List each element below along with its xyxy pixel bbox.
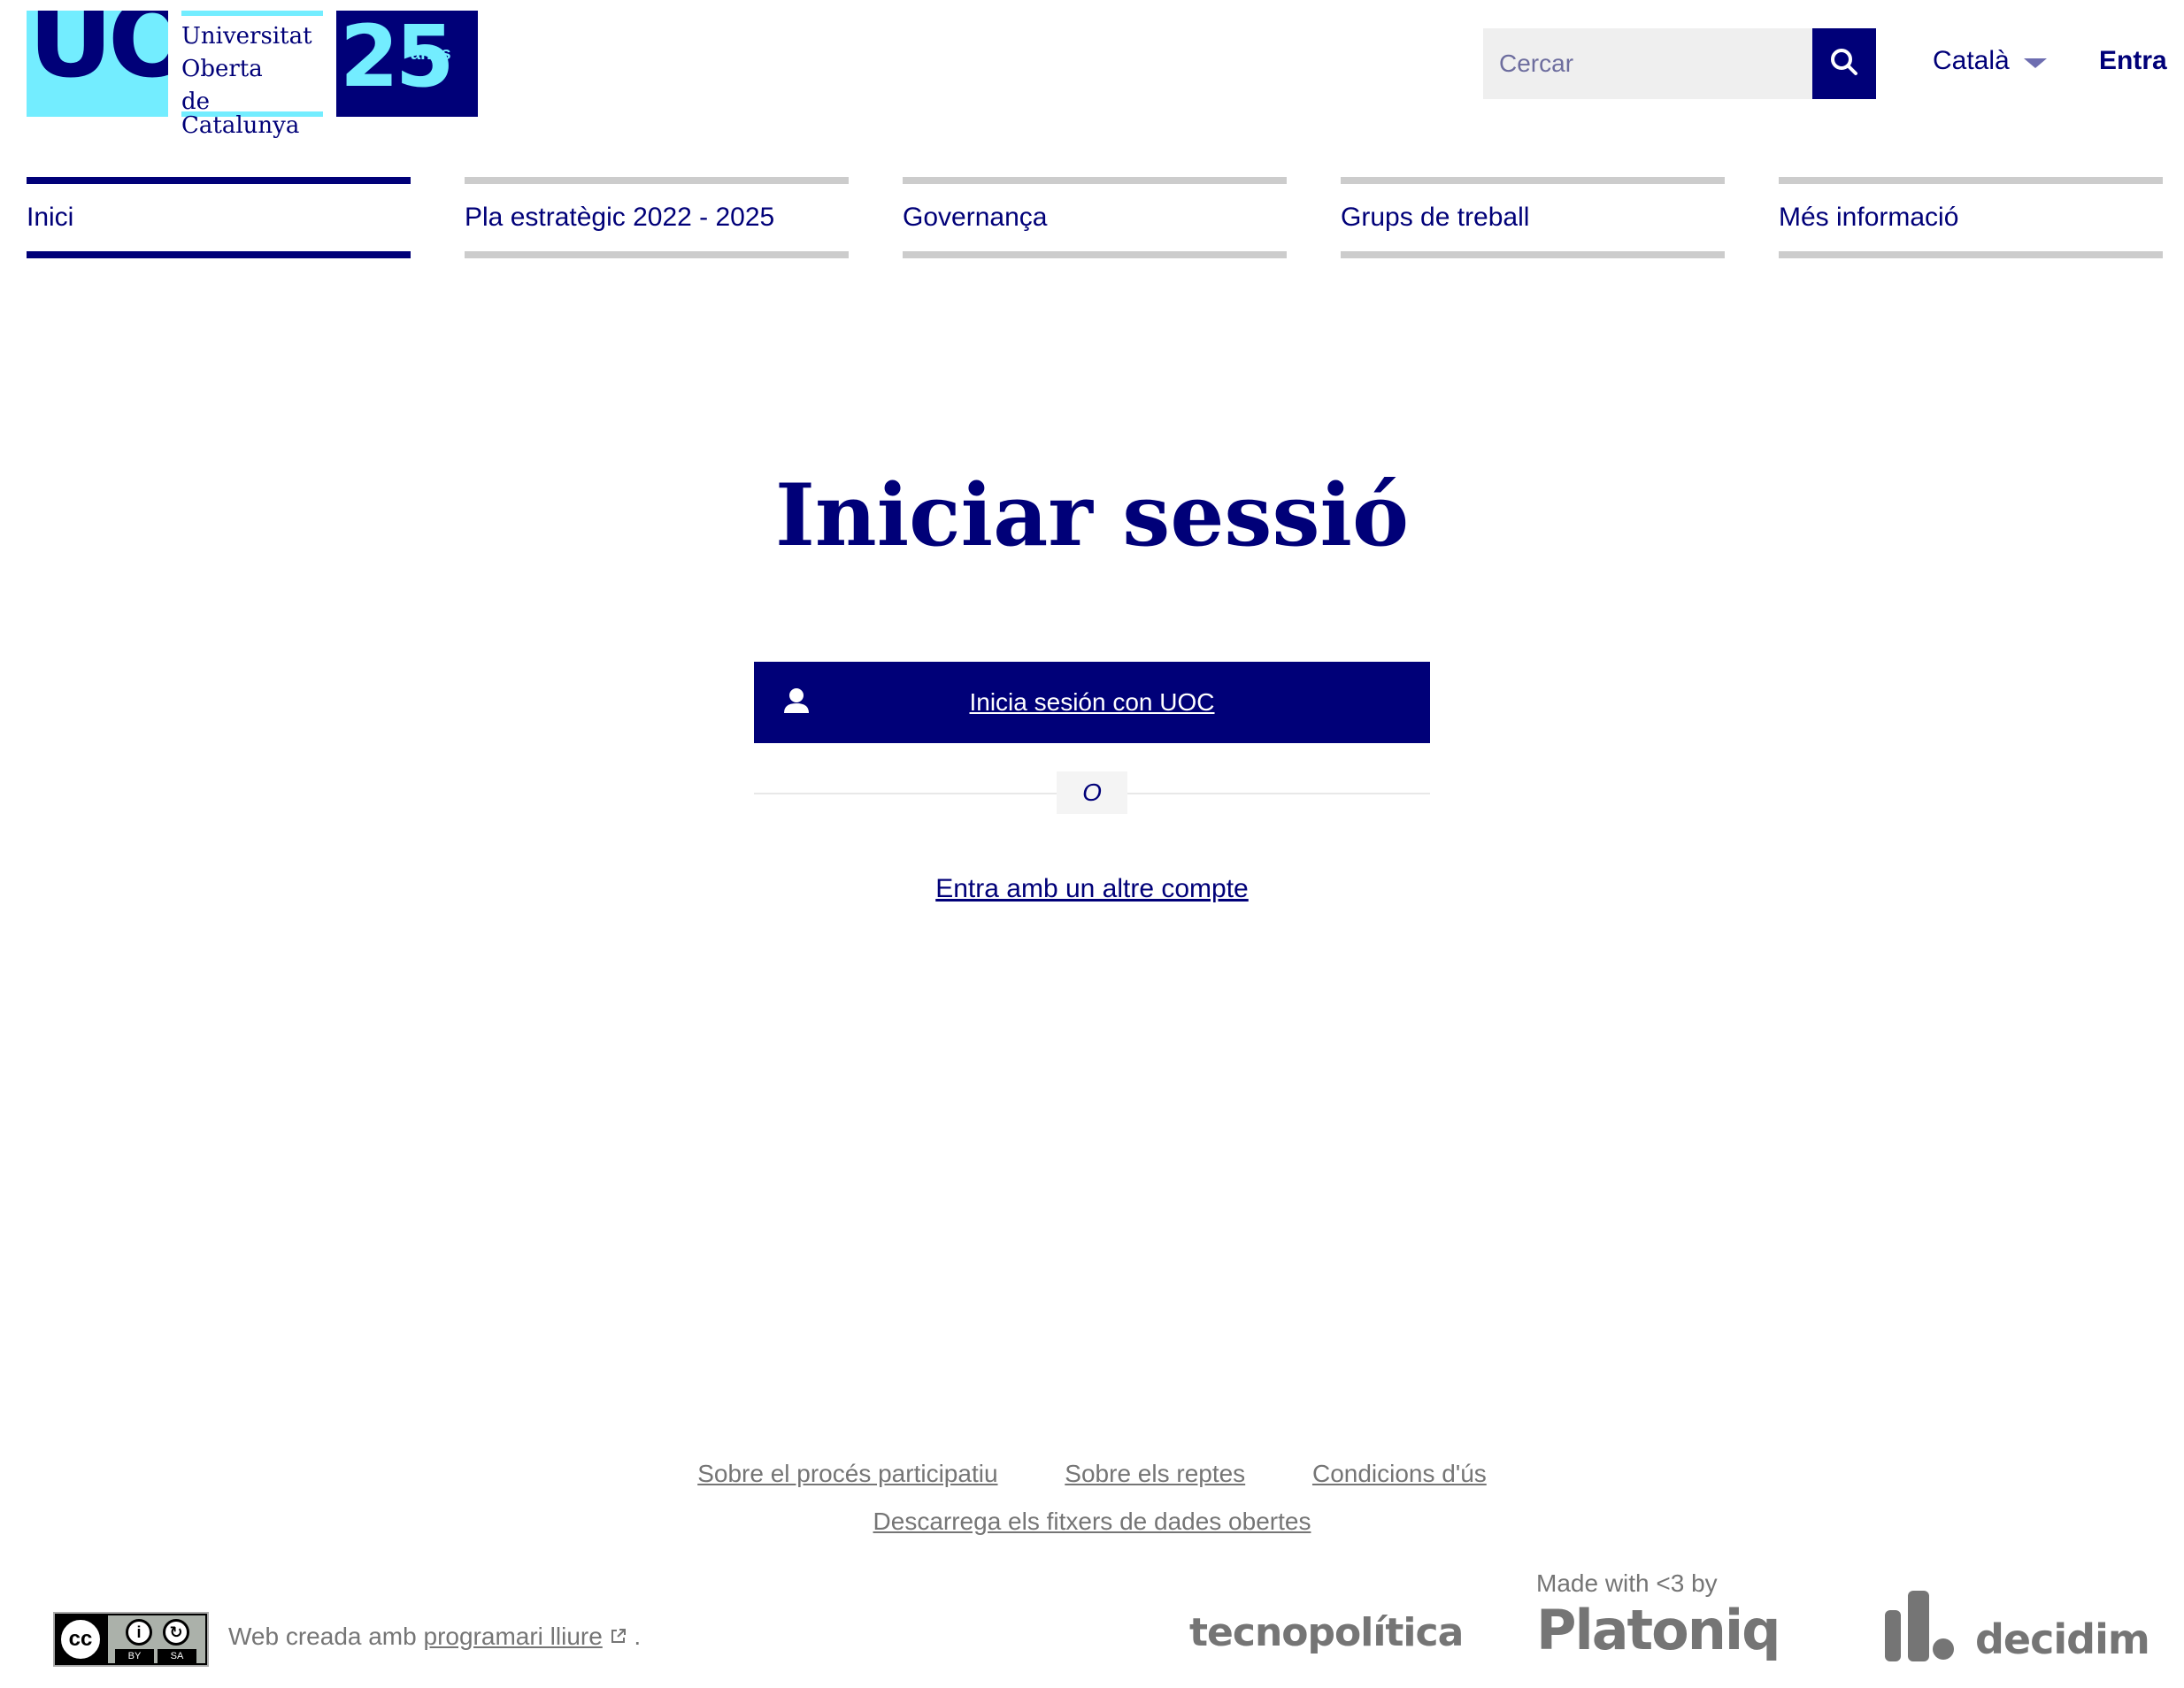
language-label: Català: [1933, 46, 2010, 75]
web-created-note: Web creada amb programari lliure .: [228, 1623, 641, 1651]
logo-name-line-3: de Catalunya: [181, 88, 300, 139]
cc-by-sa-panel: i ↻ BY SA: [108, 1615, 205, 1663]
platoniq-logo[interactable]: Platoniq: [1536, 1598, 1781, 1662]
search-button[interactable]: [1812, 28, 1876, 99]
cc-by-label: BY: [115, 1649, 154, 1663]
footer-link-condicions[interactable]: Condicions d'ús: [1312, 1460, 1487, 1487]
separator-text: O: [1057, 771, 1127, 814]
external-link-icon: [610, 1623, 634, 1650]
nav-item-label: Més informació: [1779, 203, 1959, 232]
web-created-suffix: .: [634, 1623, 642, 1650]
search-field[interactable]: [1483, 28, 1812, 99]
search-input[interactable]: [1483, 28, 1812, 99]
anniversary-logo: 25 anys: [336, 11, 478, 117]
caret-down-icon: [2023, 46, 2047, 76]
anniversary-word: anys: [411, 44, 451, 64]
cc-sa-label: SA: [158, 1649, 196, 1663]
logo-name-line-1: Universitat: [181, 23, 312, 50]
web-created-prefix: Web creada amb: [228, 1623, 417, 1650]
tecnopolitica-logo[interactable]: tecnopolítica: [1189, 1610, 1464, 1655]
decidim-logo[interactable]: decidim: [1975, 1615, 2150, 1663]
nav-item-inici[interactable]: Inici: [27, 177, 411, 258]
uoc-logo-text: UOC: [28, 11, 168, 101]
made-with-text: Made with <3 by: [1536, 1569, 1718, 1597]
uoc-logo-mark[interactable]: UOC: [27, 11, 168, 117]
logo-name-line-2: Oberta: [181, 56, 263, 82]
decidim-logo-mark: [1885, 1591, 1956, 1661]
nav-item-label: Pla estratègic 2022 - 2025: [465, 203, 775, 232]
nav-item-pla-estrategic[interactable]: Pla estratègic 2022 - 2025: [465, 177, 849, 258]
free-software-link[interactable]: programari lliure: [424, 1623, 603, 1650]
alt-account-link-wrap: Entra amb un altre compte: [0, 874, 2184, 904]
nav-item-label: Governança: [903, 203, 1048, 232]
nav-item-grups-de-treball[interactable]: Grups de treball: [1341, 177, 1725, 258]
footer-links-row-1: Sobre el procés participatiu Sobre els r…: [0, 1460, 2184, 1488]
nav-item-label: Inici: [27, 203, 74, 232]
share-alike-icon: ↻: [163, 1619, 189, 1646]
footer-links-row-2: Descarrega els fitxers de dades obertes: [0, 1508, 2184, 1536]
user-icon: [782, 687, 811, 719]
alt-account-link[interactable]: Entra amb un altre compte: [935, 874, 1249, 903]
sign-in-link[interactable]: Entra: [2099, 46, 2167, 76]
cc-license-badge[interactable]: cc i ↻ BY SA: [53, 1612, 209, 1667]
footer-link-reptes[interactable]: Sobre els reptes: [1065, 1460, 1245, 1487]
uoc-login-label: Inicia sesión con UOC: [969, 688, 1215, 716]
uoc-logo-name[interactable]: Universitat Oberta de Catalunya: [181, 11, 323, 138]
nav-item-governanca[interactable]: Governança: [903, 177, 1287, 258]
uoc-login-button[interactable]: Inicia sesión con UOC: [754, 662, 1430, 743]
nav-item-mes-informacio[interactable]: Més informació: [1779, 177, 2163, 258]
language-selector[interactable]: Català: [1933, 46, 2047, 76]
nav-item-label: Grups de treball: [1341, 203, 1530, 232]
cc-icon: cc: [58, 1617, 103, 1661]
footer-links: Sobre el procés participatiu Sobre els r…: [0, 1460, 2184, 1536]
attribution-icon: i: [126, 1619, 152, 1646]
footer-link-dades-obertes[interactable]: Descarrega els fitxers de dades obertes: [873, 1508, 1311, 1535]
page-title: Iniciar sessió: [774, 465, 1409, 565]
search-icon: [1829, 47, 1859, 81]
footer-link-proces[interactable]: Sobre el procés participatiu: [697, 1460, 997, 1487]
